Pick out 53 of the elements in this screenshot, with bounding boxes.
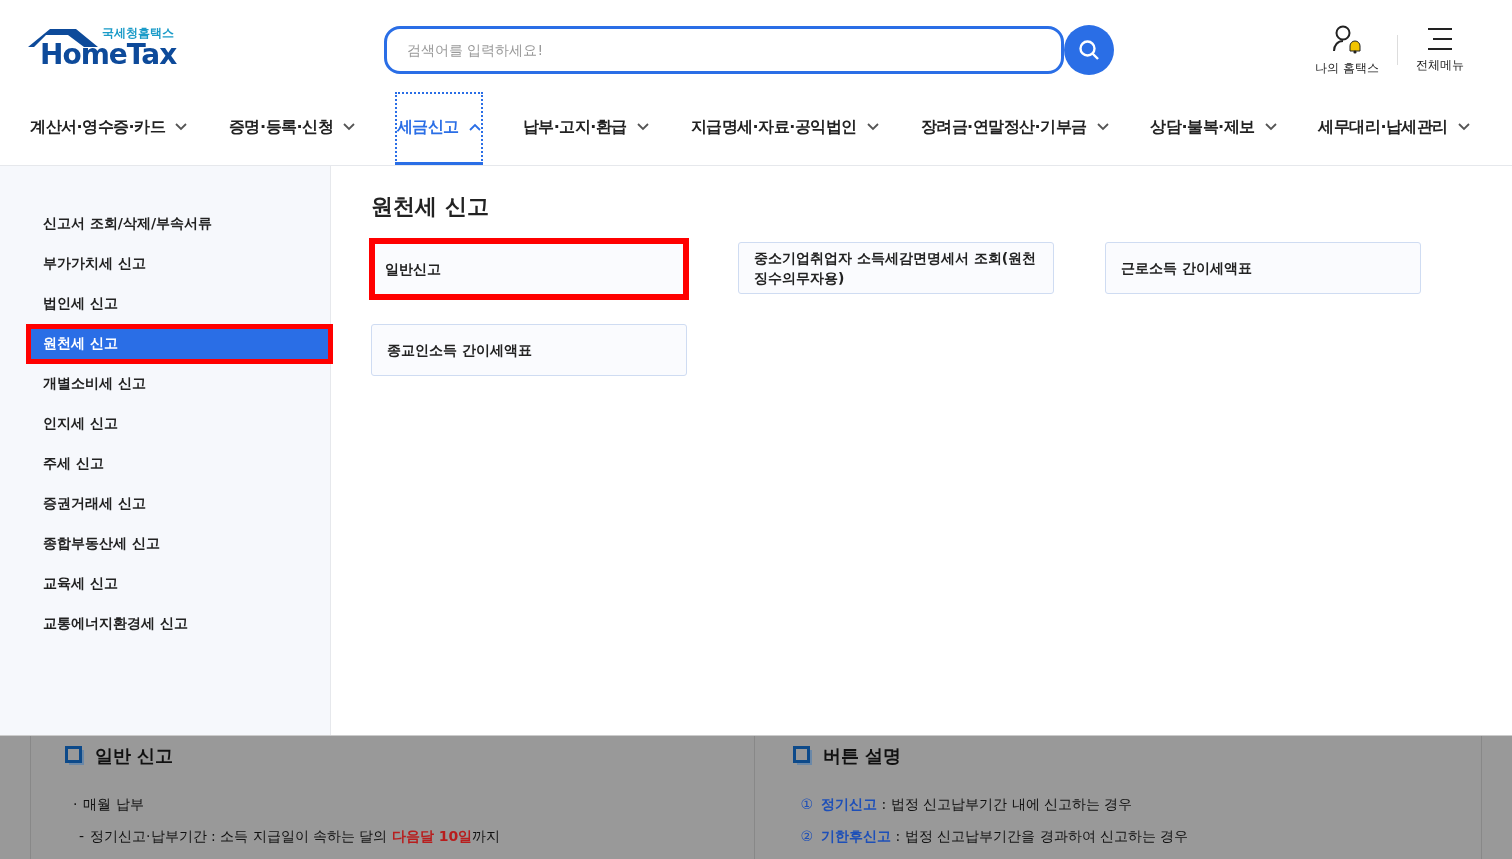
nav-tab[interactable]: 세금신고 — [394, 92, 483, 165]
guide-text: 정기신고·납부기간 : 소득 지급일이 속하는 달의 다음달 10일까지 — [90, 828, 501, 846]
list-marker: · — [73, 796, 78, 814]
guide-text: 매월 납부 — [83, 796, 144, 814]
square-bullet-icon — [792, 746, 813, 766]
nav-tab[interactable]: 증명·등록·신청 — [226, 92, 358, 165]
menu-card[interactable]: 일반신고 — [369, 238, 689, 300]
nav-tab[interactable]: 계산서·영수증·카드 — [28, 92, 190, 165]
sidebar-item[interactable]: 주세 신고 — [26, 444, 325, 484]
menu-card[interactable]: 중소기업취업자 소득세감면명세서 조회(원천징수의무자용) — [738, 242, 1054, 294]
sidebar-item[interactable]: 교육세 신고 — [26, 564, 325, 604]
logo-subtitle: 국세청홈택스 — [102, 25, 174, 42]
guide-heading: 버튼 설명 — [822, 744, 901, 768]
menu-card[interactable]: 근로소득 간이세액표 — [1105, 242, 1421, 294]
sidebar-item[interactable]: 원천세 신고 — [26, 324, 333, 364]
list-marker: ② — [800, 828, 814, 846]
nav-tab[interactable]: 지급명세·자료·공익법인 — [688, 92, 881, 165]
logo-wordmark: HomeTax — [40, 41, 177, 69]
list-marker: - — [79, 828, 85, 846]
search-field[interactable]: 검색어를 입력하세요! — [384, 26, 1064, 74]
chevron-up-icon — [468, 123, 481, 131]
search-icon — [1078, 39, 1100, 61]
search-button[interactable] — [1064, 25, 1114, 75]
chevron-down-icon — [343, 123, 356, 131]
user-menu-button[interactable]: 나의 홈택스 — [1297, 23, 1397, 77]
chevron-down-icon — [175, 123, 188, 131]
chevron-down-icon — [1096, 123, 1109, 131]
guide-heading: 일반 신고 — [95, 744, 174, 768]
sidebar-item[interactable]: 법인세 신고 — [26, 284, 325, 324]
sidebar-item[interactable]: 개별소비세 신고 — [26, 364, 325, 404]
chevron-down-icon — [866, 123, 879, 131]
section-title: 원천세 신고 — [371, 193, 490, 221]
sidebar-item[interactable]: 교통에너지환경세 신고 — [26, 604, 325, 644]
sidebar-item[interactable]: 신고서 조회/삭제/부속서류 — [26, 204, 325, 244]
list-marker: ① — [800, 796, 814, 814]
menu-card[interactable]: 종교인소득 간이세액표 — [371, 324, 687, 376]
square-bullet-icon — [65, 746, 85, 766]
menu-icon — [1427, 26, 1453, 51]
nav-tab[interactable]: 세무대리·납세관리 — [1316, 92, 1472, 165]
sidebar-item[interactable]: 부가가치세 신고 — [26, 244, 325, 284]
chevron-down-icon — [1458, 123, 1470, 131]
nav-tab[interactable]: 장려금·연말정산·기부금 — [918, 92, 1111, 165]
user-bell-icon — [1331, 23, 1364, 54]
chevron-down-icon — [636, 123, 649, 131]
chevron-down-icon — [1264, 123, 1277, 131]
nav-tab[interactable]: 납부·고지·환급 — [520, 92, 651, 165]
menu-menu-button[interactable]: 전체메뉴 — [1398, 26, 1482, 74]
nav-tab[interactable]: 상담·불복·제보 — [1148, 92, 1279, 165]
sidebar-item[interactable]: 인지세 신고 — [26, 404, 325, 444]
sidebar-item[interactable]: 종합부동산세 신고 — [26, 524, 325, 564]
sidebar-item[interactable]: 증권거래세 신고 — [26, 484, 325, 524]
guide-text: 기한후신고 : 법정 신고납부기간을 경과하여 신고하는 경우 — [821, 828, 1189, 846]
guide-text: 정기신고 : 법정 신고납부기간 내에 신고하는 경우 — [821, 796, 1133, 814]
